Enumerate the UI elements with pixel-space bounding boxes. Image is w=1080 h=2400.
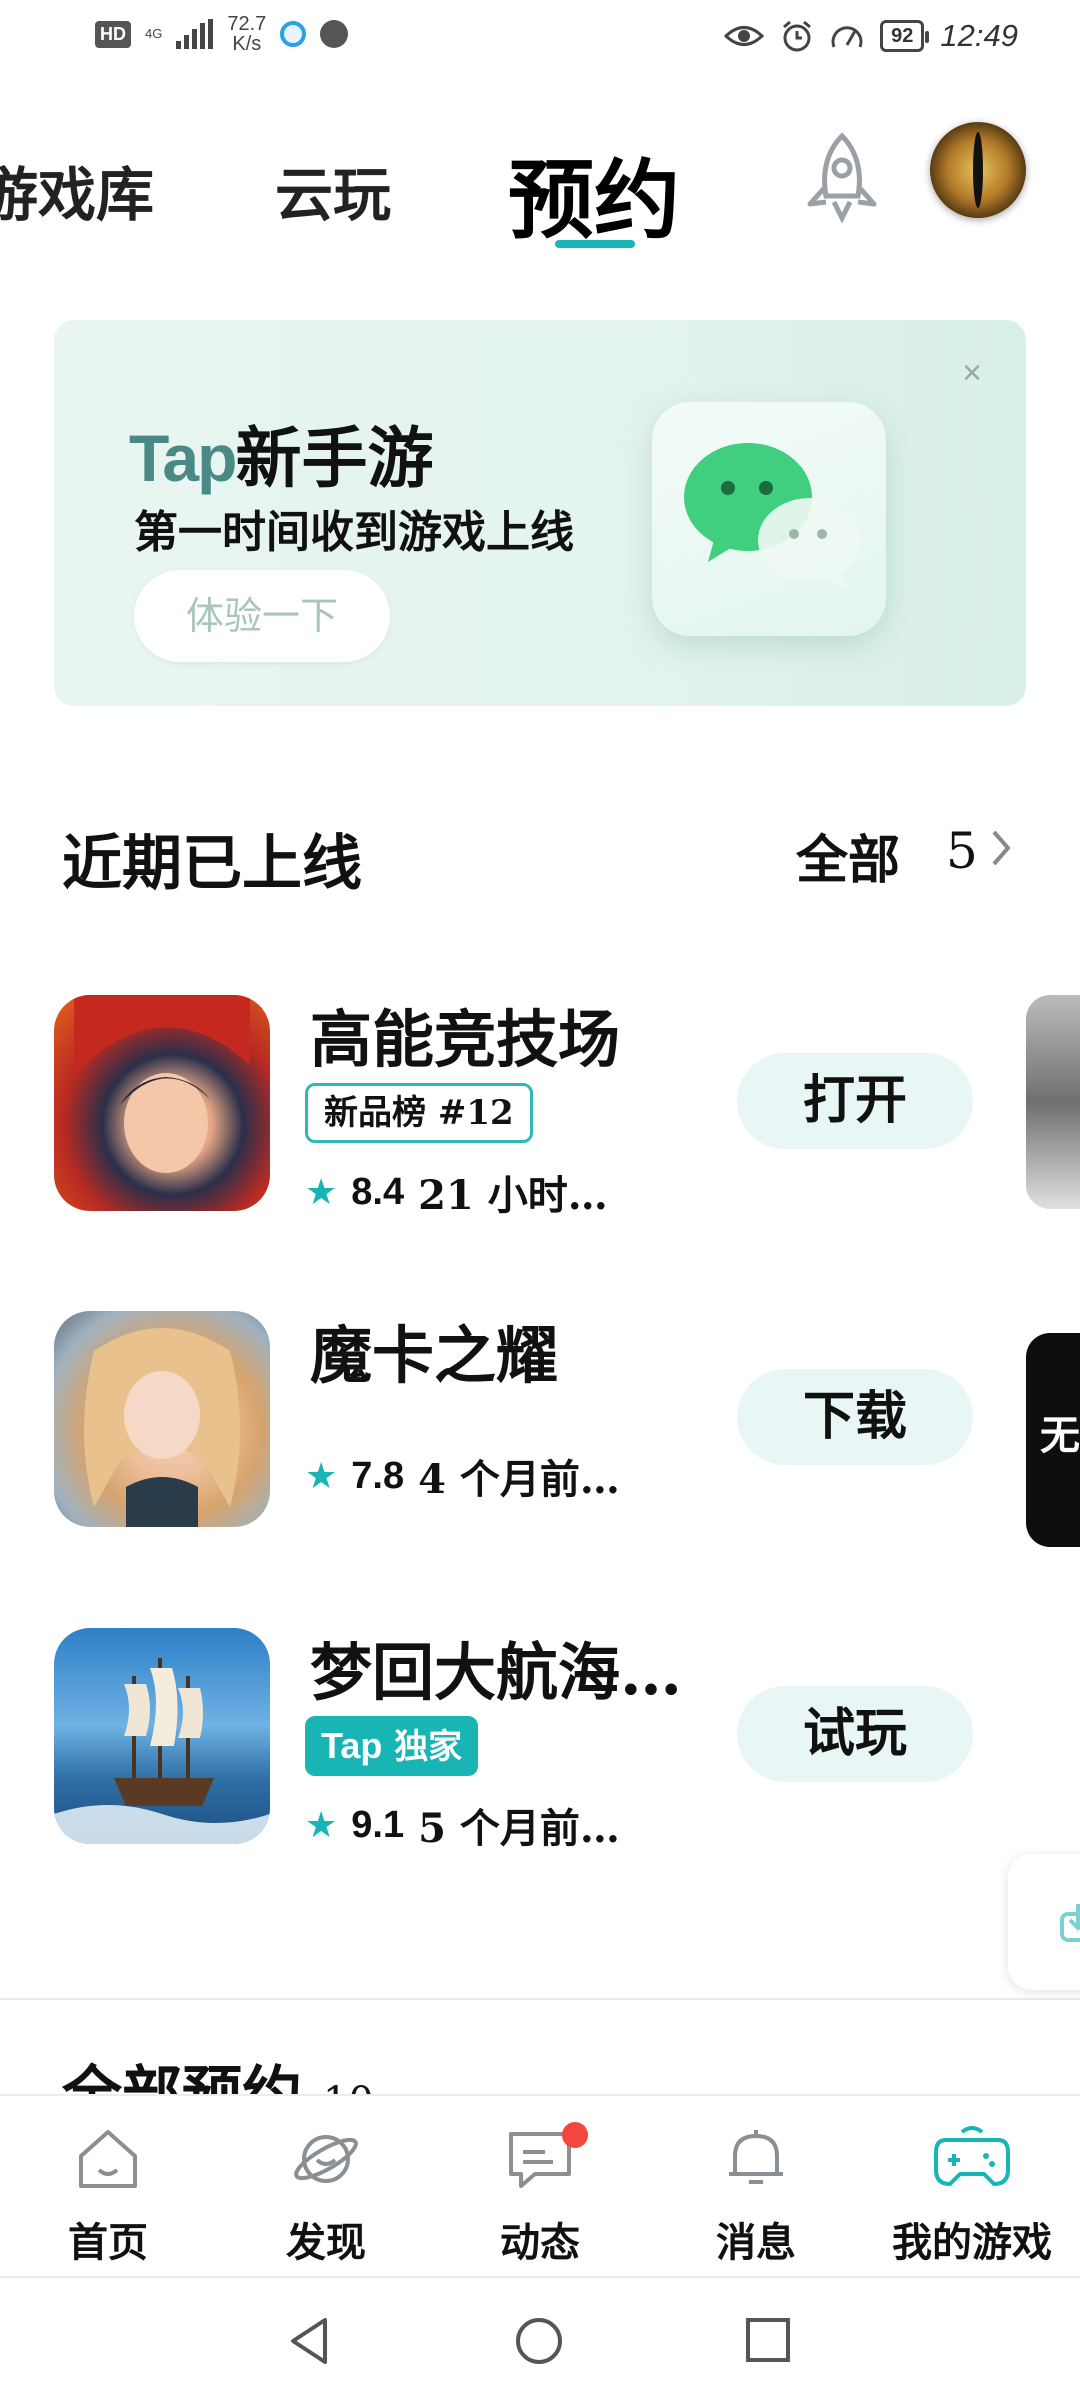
game-icon[interactable] <box>54 995 270 1211</box>
battery-icon: 92 <box>880 20 930 52</box>
game-name[interactable]: 梦回大航海… <box>310 1622 682 1712</box>
release-time: 5 个月前… <box>418 1805 620 1852</box>
game-art-icon <box>74 995 250 1173</box>
game-name[interactable]: 高能竞技场 <box>310 989 620 1079</box>
game-name[interactable]: 魔卡之耀 <box>310 1305 558 1395</box>
game-art-icon <box>84 1328 240 1527</box>
close-icon[interactable]: × <box>956 356 988 390</box>
nav-item-discover[interactable]: 发现 <box>236 2126 416 2268</box>
user-avatar[interactable] <box>930 122 1026 218</box>
game-meta: ★ 8.4 21 小时… <box>305 1163 608 1221</box>
nav-label: 我的游戏 <box>892 2219 1052 2266</box>
rating: 9.1 <box>351 1803 405 1846</box>
nav-label: 发现 <box>286 2219 366 2266</box>
hd-indicator: HD <box>95 20 131 48</box>
peek-card[interactable]: 无 <box>1026 1333 1080 1547</box>
system-nav-bar <box>0 2276 1080 2400</box>
bell-icon <box>729 2130 783 2184</box>
bottom-nav: 首页 发现 动态 消息 我的游戏 <box>0 2094 1080 2274</box>
status-bar: HD 4G 72.7 K/s 92 12:49 <box>0 0 1080 80</box>
banner-title: Tap新手游 <box>129 405 433 501</box>
download-icon <box>1060 1904 1080 1942</box>
peek-card[interactable] <box>1026 995 1080 1209</box>
list-item[interactable]: 魔卡之耀 ★ 7.8 4 个月前… 下载 <box>0 1311 1080 1541</box>
top-tab-bar: 游戏库 云玩 预约 <box>0 110 1080 260</box>
rank-badge[interactable]: 新品榜 #12 <box>305 1083 533 1143</box>
ship-icon <box>54 1658 270 1844</box>
status-left: HD 4G 72.7 K/s <box>95 14 349 54</box>
view-all-link[interactable]: 全部 <box>796 818 900 893</box>
all-reserve-title-text: 全部预约 <box>62 2060 302 2094</box>
star-icon: ★ <box>305 1804 338 1846</box>
peek-card-text: 无 <box>1040 1412 1080 1459</box>
banner-title-text: 新手游 <box>235 419 434 497</box>
globe-icon <box>320 20 349 48</box>
notification-dot <box>562 2122 588 2148</box>
game-meta: ★ 7.8 4 个月前… <box>305 1447 620 1505</box>
recent-section-title: 近期已上线 <box>62 829 362 899</box>
gamepad-icon <box>934 2126 1010 2186</box>
tab-reserve[interactable]: 预约 <box>508 130 680 255</box>
release-time: 4 个月前… <box>418 1456 620 1503</box>
all-reserve-count: 10 <box>323 2079 374 2094</box>
speedometer-icon <box>831 26 863 48</box>
planet-icon <box>294 2135 358 2183</box>
game-meta: ★ 9.1 5 个月前… <box>305 1796 620 1854</box>
star-icon: ★ <box>305 1455 338 1497</box>
banner-title-brand: Tap <box>129 421 237 495</box>
list-item[interactable]: 梦回大航海… Tap 独家 ★ 9.1 5 个月前… 试玩 <box>0 1628 1080 1858</box>
wechat-icon <box>684 443 862 588</box>
chevron-right-icon[interactable] <box>990 828 1012 868</box>
nav-label: 首页 <box>68 2219 148 2266</box>
tab-cloud-play[interactable]: 云玩 <box>275 148 391 232</box>
banner-subtitle: 第一时间收到游戏上线 <box>134 507 574 558</box>
wechat-icon-card <box>652 402 886 636</box>
download-button[interactable]: 下载 <box>737 1369 973 1465</box>
back-icon[interactable] <box>285 2316 333 2366</box>
alarm-icon <box>783 20 812 52</box>
nav-item-feed[interactable]: 动态 <box>450 2122 630 2268</box>
try-it-button[interactable]: 体验一下 <box>134 570 390 662</box>
network-speed: 72.7 K/s <box>227 14 266 54</box>
eye-icon <box>724 26 765 46</box>
nav-item-messages[interactable]: 消息 <box>666 2126 846 2268</box>
active-tab-indicator <box>555 240 635 248</box>
home-button-icon[interactable] <box>514 2316 564 2366</box>
exclusive-badge-brand: Tap <box>321 1725 383 1766</box>
status-right: 92 12:49 <box>724 18 1018 54</box>
recent-count: 5 <box>946 822 978 880</box>
promo-banner[interactable]: × Tap新手游 第一时间收到游戏上线 体验一下 <box>54 320 1026 706</box>
section-divider <box>0 1998 1080 2000</box>
nav-label: 消息 <box>716 2219 796 2266</box>
clock: 12:49 <box>940 18 1018 53</box>
home-icon <box>79 2130 137 2188</box>
app-notification-icon <box>280 21 307 47</box>
list-item[interactable]: 高能竞技场 新品榜 #12 ★ 8.4 21 小时… 打开 <box>0 995 1080 1225</box>
nav-item-my-games[interactable]: 我的游戏 <box>882 2126 1062 2268</box>
trial-play-button[interactable]: 试玩 <box>737 1686 973 1782</box>
speed-unit: K/s <box>232 33 262 55</box>
release-time: 21 小时… <box>418 1172 608 1219</box>
exclusive-badge-text: 独家 <box>394 1727 463 1767</box>
floating-download-tab[interactable] <box>1008 1854 1080 1990</box>
rating: 8.4 <box>351 1170 405 1213</box>
game-icon[interactable] <box>54 1311 270 1527</box>
nav-item-home[interactable]: 首页 <box>18 2126 198 2268</box>
game-icon[interactable] <box>54 1628 270 1844</box>
network-type: 4G <box>145 26 163 41</box>
recents-icon[interactable] <box>744 2316 792 2364</box>
tab-game-library[interactable]: 游戏库 <box>0 148 154 232</box>
signal-icon <box>176 19 214 49</box>
nav-label: 动态 <box>500 2219 580 2266</box>
exclusive-badge[interactable]: Tap 独家 <box>305 1716 479 1776</box>
rocket-icon[interactable] <box>800 130 884 226</box>
all-reserve-title: 全部预约 10 <box>62 2046 374 2094</box>
star-icon: ★ <box>305 1171 338 1213</box>
speed-value: 72.7 <box>227 13 267 35</box>
open-button[interactable]: 打开 <box>737 1053 973 1149</box>
rating: 7.8 <box>351 1454 405 1497</box>
